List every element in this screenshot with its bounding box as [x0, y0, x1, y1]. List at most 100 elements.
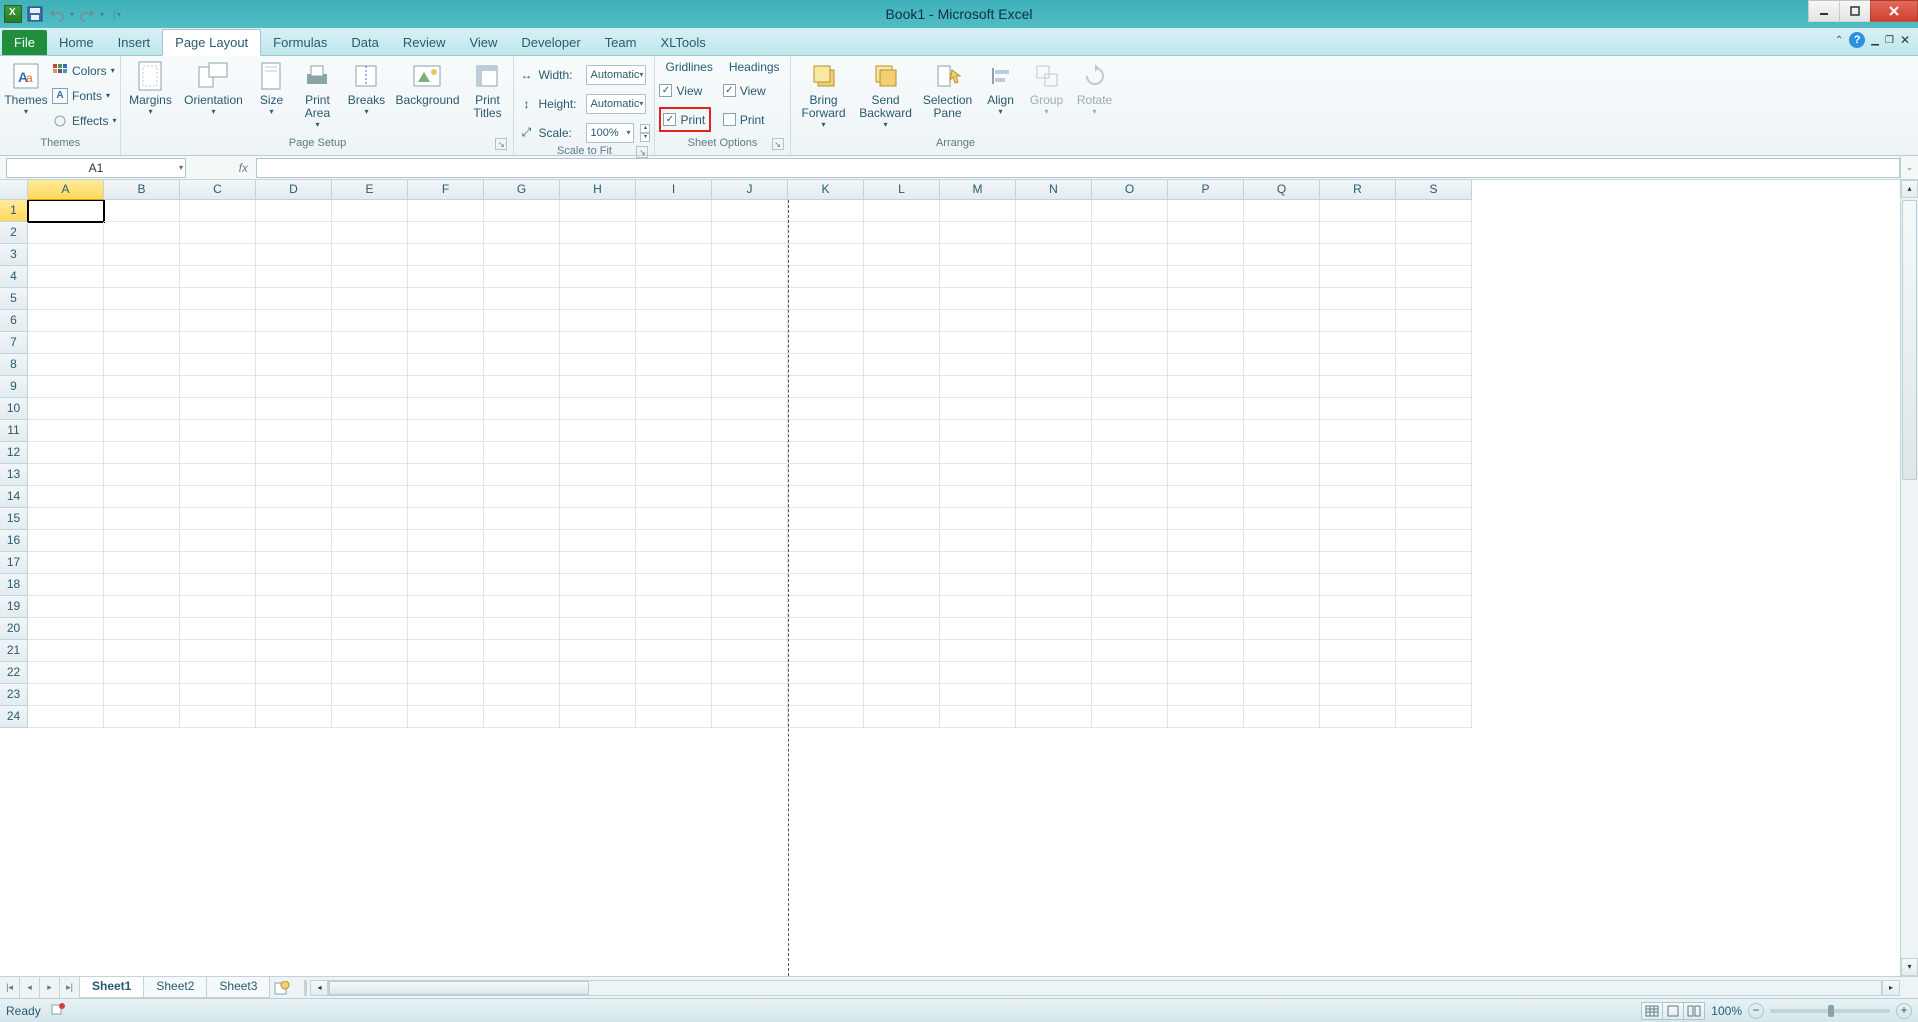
cell[interactable] — [1244, 288, 1320, 310]
cell[interactable] — [560, 222, 636, 244]
name-box[interactable]: A1▾ — [6, 158, 186, 178]
cell[interactable] — [484, 706, 560, 728]
scale-width-dropdown[interactable]: Automatic — [586, 65, 646, 85]
cell[interactable] — [332, 640, 408, 662]
cell[interactable] — [560, 376, 636, 398]
cell[interactable] — [712, 420, 788, 442]
expand-formula-bar[interactable]: ⌄ — [1900, 156, 1918, 179]
cell[interactable] — [256, 706, 332, 728]
print-titles-button[interactable]: Print Titles — [465, 58, 509, 120]
cell[interactable] — [1396, 486, 1472, 508]
cell[interactable] — [484, 508, 560, 530]
cell[interactable] — [1396, 376, 1472, 398]
cell[interactable] — [1092, 266, 1168, 288]
formula-input[interactable] — [256, 158, 1900, 178]
tab-review[interactable]: Review — [391, 30, 458, 55]
cell[interactable] — [332, 288, 408, 310]
cell[interactable] — [1092, 684, 1168, 706]
cell[interactable] — [28, 640, 104, 662]
tab-data[interactable]: Data — [339, 30, 390, 55]
cell[interactable] — [332, 376, 408, 398]
sheet-tab-2[interactable]: Sheet2 — [143, 977, 207, 998]
cell[interactable] — [1320, 310, 1396, 332]
cell[interactable] — [484, 354, 560, 376]
cell[interactable] — [332, 310, 408, 332]
minimize-ribbon-icon[interactable]: ⌃ — [1835, 35, 1843, 46]
cell[interactable] — [560, 288, 636, 310]
cell[interactable] — [1396, 442, 1472, 464]
gridlines-view-checkbox[interactable]: View — [659, 78, 702, 103]
cell[interactable] — [560, 266, 636, 288]
cell[interactable] — [1396, 332, 1472, 354]
cell[interactable] — [104, 376, 180, 398]
column-header[interactable]: L — [864, 180, 940, 200]
cell[interactable] — [788, 618, 864, 640]
cell[interactable] — [104, 244, 180, 266]
cell[interactable] — [408, 508, 484, 530]
cell[interactable] — [180, 222, 256, 244]
cell[interactable] — [408, 464, 484, 486]
cell[interactable] — [560, 640, 636, 662]
macro-record-icon[interactable] — [51, 1002, 65, 1019]
cell[interactable] — [180, 530, 256, 552]
cell[interactable] — [256, 640, 332, 662]
cell[interactable] — [484, 662, 560, 684]
cell[interactable] — [940, 442, 1016, 464]
print-area-button[interactable]: Print Area▾ — [295, 58, 339, 129]
cell[interactable] — [1244, 662, 1320, 684]
excel-icon[interactable] — [4, 5, 22, 23]
column-header[interactable]: A — [28, 180, 104, 200]
cell[interactable] — [1168, 222, 1244, 244]
cell[interactable] — [560, 244, 636, 266]
cell[interactable] — [180, 574, 256, 596]
cell[interactable] — [940, 398, 1016, 420]
breaks-button[interactable]: Breaks▾ — [343, 58, 389, 116]
cell[interactable] — [1092, 354, 1168, 376]
scroll-down-button[interactable]: ▾ — [1901, 958, 1918, 976]
cell[interactable] — [408, 200, 484, 222]
vertical-scrollbar[interactable]: ▴ ▾ — [1900, 180, 1918, 976]
cell[interactable] — [180, 332, 256, 354]
cell[interactable] — [560, 332, 636, 354]
cell[interactable] — [1320, 222, 1396, 244]
cell[interactable] — [28, 310, 104, 332]
cell[interactable] — [1244, 266, 1320, 288]
cell[interactable] — [712, 310, 788, 332]
theme-colors-button[interactable]: Colors▾ — [52, 58, 116, 83]
cell[interactable] — [256, 574, 332, 596]
cell[interactable] — [256, 508, 332, 530]
cell[interactable] — [408, 288, 484, 310]
cell[interactable] — [104, 332, 180, 354]
cell[interactable] — [256, 464, 332, 486]
cell[interactable] — [1396, 266, 1472, 288]
cell[interactable] — [940, 684, 1016, 706]
cell[interactable] — [1092, 398, 1168, 420]
cell[interactable] — [1320, 420, 1396, 442]
cell[interactable] — [256, 684, 332, 706]
first-sheet-button[interactable]: |◂ — [0, 977, 20, 998]
cell[interactable] — [712, 288, 788, 310]
row-header[interactable]: 18 — [0, 574, 28, 596]
cell[interactable] — [104, 266, 180, 288]
row-header[interactable]: 15 — [0, 508, 28, 530]
cell[interactable] — [1016, 662, 1092, 684]
cell[interactable] — [1244, 200, 1320, 222]
cell[interactable] — [332, 244, 408, 266]
cell[interactable] — [864, 376, 940, 398]
cell[interactable] — [332, 464, 408, 486]
cell[interactable] — [332, 508, 408, 530]
cell[interactable] — [1016, 244, 1092, 266]
cell[interactable] — [408, 706, 484, 728]
cell[interactable] — [104, 222, 180, 244]
cell[interactable] — [28, 244, 104, 266]
cell[interactable] — [712, 200, 788, 222]
cell[interactable] — [1016, 354, 1092, 376]
cell[interactable] — [484, 420, 560, 442]
cell[interactable] — [104, 420, 180, 442]
cell[interactable] — [1168, 464, 1244, 486]
cell[interactable] — [28, 530, 104, 552]
cell[interactable] — [1092, 706, 1168, 728]
cell[interactable] — [1016, 222, 1092, 244]
cell[interactable] — [28, 508, 104, 530]
cell[interactable] — [408, 420, 484, 442]
